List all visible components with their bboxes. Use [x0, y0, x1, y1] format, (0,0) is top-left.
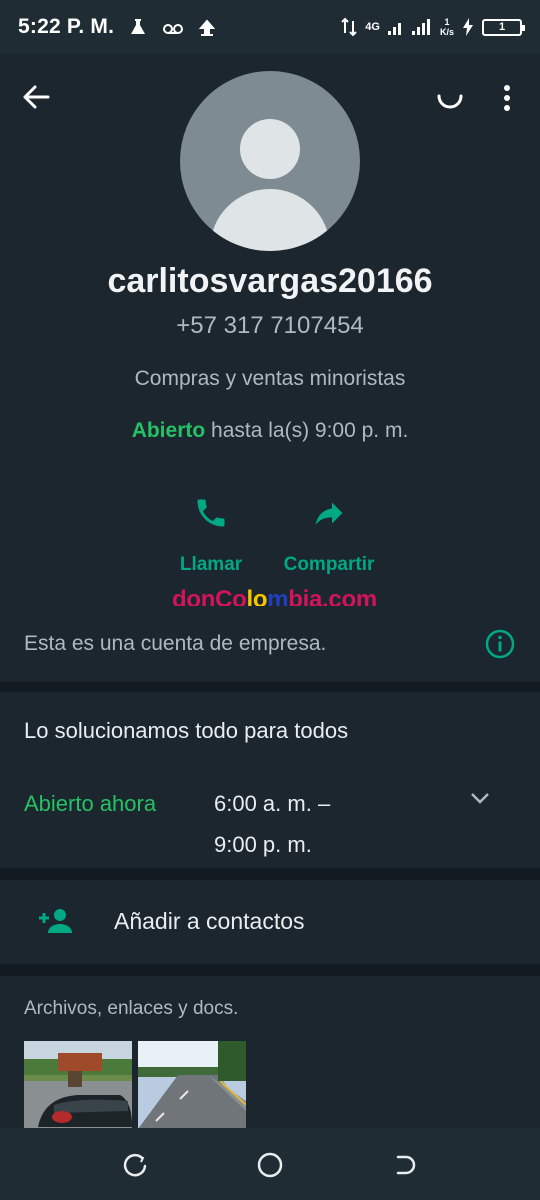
loading-indicator [432, 82, 468, 116]
business-info-panel: Lo solucionamos todo para todos Abierto … [0, 692, 540, 868]
photo-thumbnail-road [138, 1041, 246, 1129]
voicemail-icon [163, 24, 184, 34]
profile-phone: +57 317 7107454 [176, 312, 364, 339]
media-thumbnail[interactable] [24, 1041, 132, 1129]
recents-button[interactable] [118, 1148, 152, 1182]
business-category: Compras y ventas minoristas [134, 367, 406, 390]
add-to-contacts-label: Añadir a contactos [114, 908, 305, 934]
signal-icon [387, 19, 430, 35]
call-button[interactable]: Llamar [146, 492, 276, 576]
status-right: 4G 1 K/s 1 [341, 17, 525, 37]
profile-avatar[interactable] [180, 71, 360, 251]
share-icon [315, 502, 343, 525]
call-label: Llamar [179, 554, 243, 575]
battery-indicator: 1 [482, 18, 525, 36]
loading-icon [437, 94, 463, 109]
schedule-line-1: 6:00 a. m. – [214, 791, 331, 816]
speed-value: 1 [444, 17, 450, 27]
network-type: 4G [365, 21, 380, 33]
status-bar: 5:22 P. M. 4G 1 K/s 1 [0, 0, 540, 54]
open-now-status: Abierto ahora [24, 791, 157, 816]
system-back-icon [396, 1155, 416, 1175]
speed-unit: K/s [439, 27, 454, 37]
home-icon [257, 1152, 283, 1178]
back-button[interactable] [16, 80, 56, 114]
status-notification-icons [128, 17, 216, 37]
media-panel: Archivos, enlaces y docs. [0, 976, 540, 1130]
data-transfer-icon [341, 17, 358, 37]
avatar-body-shape [210, 189, 330, 251]
media-thumbnail[interactable] [138, 1041, 246, 1129]
chevron-down-icon[interactable] [468, 788, 492, 808]
business-account-row[interactable]: Esta es una cuenta de empresa. [0, 606, 540, 682]
share-label: Compartir [283, 554, 375, 575]
profile-name: carlitosvargas20166 [107, 262, 433, 300]
battery-level: 1 [498, 21, 506, 33]
business-account-text: Esta es una cuenta de empresa. [24, 632, 327, 655]
more-vert-icon [504, 85, 510, 111]
charging-icon [463, 18, 473, 36]
system-nav-bar [0, 1128, 540, 1200]
media-title[interactable]: Archivos, enlaces y docs. [24, 998, 238, 1020]
home-button[interactable] [253, 1148, 287, 1182]
info-icon[interactable] [484, 628, 516, 660]
flask-icon [131, 19, 146, 34]
hours-text: hasta la(s) 9:00 p. m. [211, 419, 409, 442]
business-hours-summary: Abierto hasta la(s) 9:00 p. m. [0, 419, 540, 443]
more-options-button[interactable] [494, 80, 520, 116]
system-back-button[interactable] [388, 1148, 422, 1182]
status-time: 5:22 P. M. [18, 15, 115, 38]
open-status: Abierto [131, 419, 206, 442]
add-person-icon [39, 909, 72, 933]
add-to-contacts-button[interactable]: Añadir a contactos [0, 880, 540, 964]
recents-icon [123, 1153, 147, 1177]
network-speed: 1 K/s [440, 17, 454, 37]
avatar-head-shape [240, 119, 300, 179]
schedule-line-2: 9:00 p. m. [214, 832, 312, 857]
upload-icon [198, 19, 216, 36]
share-button[interactable]: Compartir [264, 492, 394, 576]
photo-thumbnail-car [24, 1041, 132, 1129]
back-arrow-icon [23, 85, 50, 109]
business-description: Lo solucionamos todo para todos [24, 718, 349, 743]
phone-icon [197, 499, 225, 527]
